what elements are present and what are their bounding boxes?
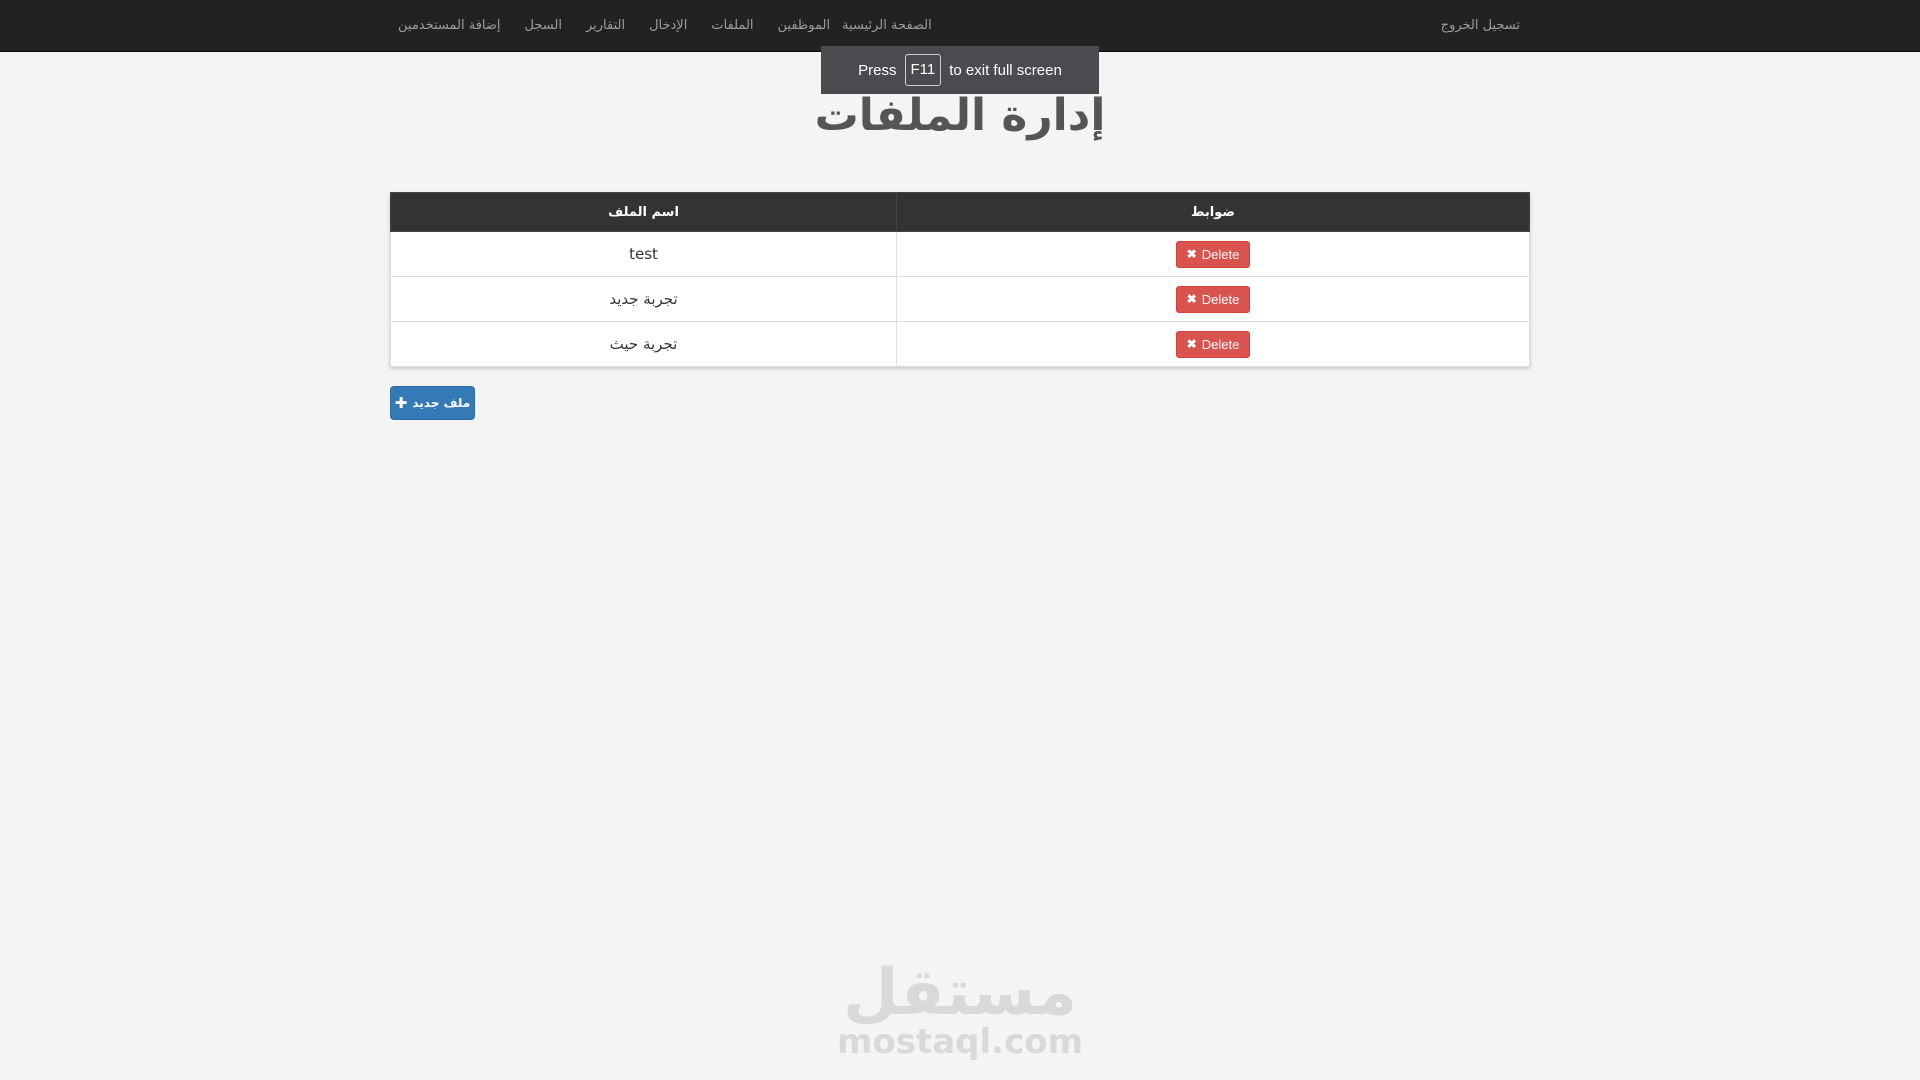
close-icon: ✖	[1186, 247, 1197, 261]
delete-label: Delete	[1201, 291, 1240, 307]
nav-link-home[interactable]: الصفحة الرئيسية	[842, 0, 944, 52]
toast-press-text: Press	[858, 61, 897, 79]
files-table: اسم الملف ضوابط test ✖ Delete تجربة جديد…	[390, 192, 1530, 367]
nav-link-entry[interactable]: الإدخال	[637, 0, 699, 52]
delete-button[interactable]: ✖ Delete	[1175, 240, 1251, 268]
delete-label: Delete	[1201, 246, 1240, 262]
new-file-button[interactable]: ✚ ملف جديد	[390, 386, 475, 420]
controls-cell: ✖ Delete	[896, 321, 1530, 367]
files-table-container: اسم الملف ضوابط test ✖ Delete تجربة جديد…	[390, 192, 1530, 367]
controls-cell: ✖ Delete	[896, 231, 1530, 277]
delete-button[interactable]: ✖ Delete	[1175, 285, 1251, 313]
file-name-cell: تجربة جديد	[390, 276, 897, 322]
top-navbar: الصفحة الرئيسية الموظفين الملفات الإدخال…	[0, 0, 1920, 52]
fullscreen-toast: Press F11 to exit full screen	[821, 46, 1099, 94]
delete-button[interactable]: ✖ Delete	[1175, 330, 1251, 358]
nav-link-reports[interactable]: التقارير	[574, 0, 637, 52]
file-name-cell: تجربة حيث	[390, 321, 897, 367]
nav-link-add-users[interactable]: إضافة المستخدمين	[386, 0, 513, 52]
nav-link-files[interactable]: الملفات	[699, 0, 765, 52]
table-row: تجربة جديد ✖ Delete	[390, 276, 1530, 322]
nav-link-log[interactable]: السجل	[513, 0, 574, 52]
table-header-row: اسم الملف ضوابط	[390, 192, 1530, 232]
controls-cell: ✖ Delete	[896, 276, 1530, 322]
toast-key: F11	[904, 54, 942, 86]
watermark-english: mostaql.com	[836, 1022, 1084, 1062]
plus-icon: ✚	[394, 394, 408, 412]
watermark-arabic: مستقل	[842, 956, 1078, 1030]
file-name-cell: test	[390, 231, 897, 277]
header-file-name: اسم الملف	[390, 192, 897, 232]
watermark: مستقل mostaql.com	[0, 958, 1920, 1062]
close-icon: ✖	[1186, 292, 1197, 306]
header-controls: ضوابط	[896, 192, 1530, 232]
nav-link-employees[interactable]: الموظفين	[766, 0, 843, 52]
logout-link[interactable]: تسجيل الخروج	[1441, 0, 1520, 52]
close-icon: ✖	[1186, 337, 1197, 351]
delete-label: Delete	[1201, 336, 1240, 352]
new-file-label: ملف جديد	[412, 396, 471, 410]
table-row: تجربة حيث ✖ Delete	[390, 321, 1530, 367]
table-row: test ✖ Delete	[390, 231, 1530, 277]
nav-links: الصفحة الرئيسية الموظفين الملفات الإدخال…	[386, 0, 944, 52]
page-title: إدارة الملفات	[814, 90, 1106, 141]
toast-rest-text: to exit full screen	[949, 61, 1062, 79]
